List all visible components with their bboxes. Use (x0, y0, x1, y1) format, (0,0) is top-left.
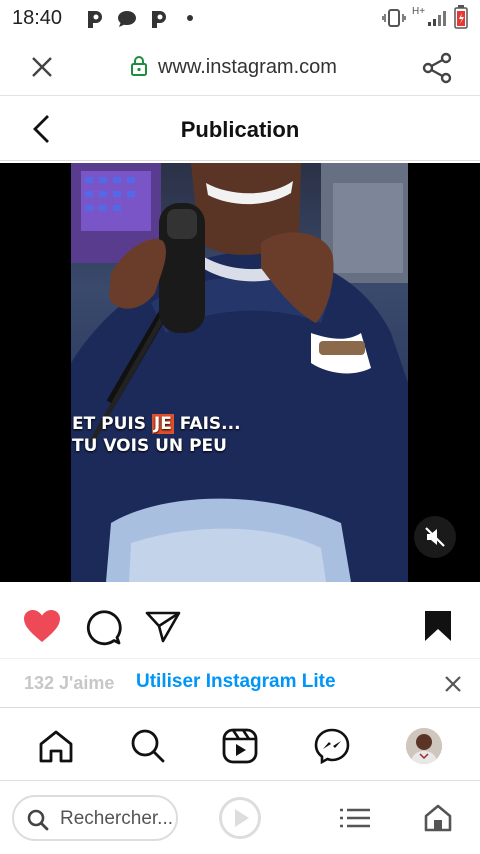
share-icon[interactable] (422, 52, 454, 84)
browser-toolbar: www.instagram.com (0, 36, 480, 96)
search-placeholder: Rechercher... (60, 808, 173, 829)
use-instagram-lite-link[interactable]: Utiliser Instagram Lite (136, 671, 336, 693)
battery-icon (454, 5, 468, 29)
post-video[interactable]: ET PUIS JE FAIS... TU VOIS UN PEU (0, 163, 480, 582)
network-type: H+ (412, 6, 426, 17)
comment-icon[interactable] (84, 608, 122, 646)
mute-button[interactable] (414, 516, 456, 558)
close-icon[interactable] (443, 674, 463, 694)
avatar-image (406, 728, 442, 764)
caption-highlight: JE (151, 414, 174, 434)
play-icon[interactable] (218, 796, 262, 840)
caption-text-after: FAIS... (173, 414, 241, 434)
instagram-bottom-nav (0, 709, 480, 781)
dot-icon (187, 15, 193, 21)
menu-icon[interactable] (340, 808, 370, 828)
bookmark-icon[interactable] (422, 608, 454, 644)
lock-icon (131, 56, 147, 76)
likes-count: 132 J'aime (24, 673, 115, 693)
signal-icon (428, 11, 446, 26)
speaker-muted-icon (425, 527, 445, 547)
search-icon[interactable] (130, 728, 166, 764)
home-icon[interactable] (38, 729, 74, 763)
caption-line-1: ET PUIS JE FAIS... (72, 413, 272, 435)
heart-icon[interactable] (22, 608, 62, 644)
video-still-image (71, 163, 408, 582)
messenger-icon[interactable] (314, 728, 350, 764)
post-header: Publication (0, 97, 480, 161)
search-icon (27, 809, 49, 831)
address-bar-url[interactable]: www.instagram.com (158, 56, 337, 79)
home-icon[interactable] (424, 804, 452, 832)
profile-avatar[interactable] (406, 728, 442, 764)
page-title: Publication (180, 117, 300, 142)
post-actions (0, 582, 480, 658)
caption-line-2: TU VOIS UN PEU (72, 436, 227, 456)
status-time: 18:40 (12, 7, 63, 29)
p-app-icon (152, 11, 166, 28)
caption-text-before: ET PUIS (72, 414, 152, 434)
send-icon[interactable] (144, 608, 182, 644)
video-caption: ET PUIS JE FAIS... TU VOIS UN PEU (72, 413, 272, 457)
video-frame (71, 163, 408, 582)
chat-bubble-icon (118, 11, 136, 27)
status-bar: 18:40 H+ (0, 0, 480, 36)
lite-banner: 132 J'aime Utiliser Instagram Lite (0, 658, 480, 708)
browser-bottom-bar: Rechercher... (0, 782, 480, 854)
vibrate-icon (382, 9, 406, 27)
close-icon[interactable] (30, 55, 54, 79)
browser-search-field[interactable]: Rechercher... (12, 795, 178, 841)
reels-icon[interactable] (222, 728, 258, 764)
p-app-icon (88, 11, 102, 28)
